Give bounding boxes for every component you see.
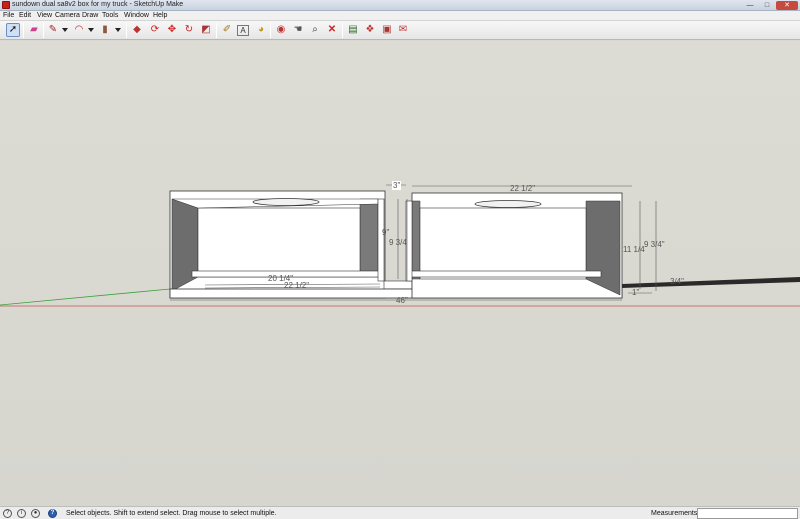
toolbar-separator	[23, 23, 24, 38]
rotate-tool-button[interactable]: ↻	[182, 23, 196, 37]
sketchup-window: sundown dual sa8v2 box for my truck - Sk…	[0, 0, 800, 519]
dim-small: 3/4"	[670, 277, 684, 286]
minimize-button[interactable]: —	[742, 1, 758, 10]
status-bar: ? i ● ? Select objects. Shift to extend …	[0, 506, 800, 519]
toolbar-separator	[216, 23, 217, 38]
menu-view[interactable]: View	[37, 11, 52, 21]
tape-measure-tool-button[interactable]: ✐	[220, 23, 234, 37]
components-tool-button[interactable]: ❖	[363, 23, 377, 37]
help-icon[interactable]: ?	[48, 509, 57, 518]
status-message: Select objects. Shift to extend select. …	[66, 510, 277, 517]
dim-port-width: 3"	[392, 181, 402, 190]
menu-help[interactable]: Help	[153, 11, 167, 21]
magnifier-icon: ⌕	[312, 24, 318, 35]
rotate-icon: ↻	[184, 24, 194, 35]
orbit-tool-button[interactable]: ◉	[274, 23, 288, 37]
title-bar: sundown dual sa8v2 box for my truck - Sk…	[0, 0, 800, 11]
dim-height-outer2: 9 3/4"	[644, 240, 665, 249]
eraser-icon: ▰	[30, 24, 38, 35]
user-icon[interactable]: ●	[31, 509, 40, 518]
arc-tool-dropdown[interactable]	[88, 28, 94, 32]
rectangle-tool-button[interactable]: ▮	[98, 23, 112, 37]
menu-edit[interactable]: Edit	[19, 11, 31, 21]
paint-bucket-icon: ◕	[257, 24, 265, 35]
hand-icon: ☚	[293, 24, 303, 35]
menu-bar: File Edit View Camera Draw Tools Window …	[0, 11, 800, 21]
left-sub-cutout	[252, 198, 320, 206]
menu-file[interactable]: File	[3, 11, 14, 21]
main-toolbar: ➚ ▰ ✎ ◠ ▮ ◆ ⟳ ✥ ↻ ◩ ✐ A ◕ ◉ ☚ ⌕ ✕ ▤ ❖ ▣ …	[0, 21, 800, 40]
warehouse-icon: ▤	[348, 24, 358, 35]
scale-tool-button[interactable]: ◩	[199, 23, 213, 37]
menu-camera[interactable]: Camera	[55, 11, 80, 21]
pan-tool-button[interactable]: ☚	[291, 23, 305, 37]
arc-icon: ◠	[74, 24, 84, 35]
dim-height-left: 9"	[382, 228, 390, 237]
green-axis	[0, 288, 171, 306]
toolbar-separator	[270, 23, 271, 38]
rectangle-icon: ▮	[102, 24, 108, 35]
dim-inner-width2: 22 1/2"	[284, 281, 310, 290]
maximize-button[interactable]: □	[759, 1, 775, 10]
followme-tool-button[interactable]: ⟳	[148, 23, 162, 37]
followme-icon: ⟳	[150, 24, 160, 35]
arc-tool-button[interactable]: ◠	[72, 23, 86, 37]
zoom-tool-button[interactable]: ⌕	[308, 23, 322, 37]
extension-tool-button[interactable]: ▣	[380, 23, 394, 37]
toolbar-separator	[43, 23, 44, 38]
measurements-input[interactable]	[697, 508, 798, 519]
line-tool-dropdown[interactable]	[62, 28, 68, 32]
right-enclosure	[405, 192, 623, 299]
menu-tools[interactable]: Tools	[102, 11, 118, 21]
pushpull-tool-button[interactable]: ◆	[130, 23, 144, 37]
dim-overall-width: 46"	[396, 296, 408, 305]
text-tool-button[interactable]: A	[237, 25, 249, 36]
measurements-label: Measurements	[651, 510, 698, 517]
extension-icon: ▣	[382, 24, 392, 35]
line-tool-button[interactable]: ✎	[46, 23, 60, 37]
eraser-tool-button[interactable]: ▰	[27, 23, 41, 37]
window-title: sundown dual sa8v2 box for my truck - Sk…	[12, 1, 184, 8]
pencil-icon: ✎	[48, 24, 58, 35]
dim-height-inner: 9 3/4	[389, 238, 407, 247]
move-tool-button[interactable]: ✥	[165, 23, 179, 37]
port-section	[383, 280, 413, 290]
tape-icon: ✐	[222, 24, 232, 35]
close-button[interactable]: ✕	[776, 1, 798, 10]
toolbar-separator	[342, 23, 343, 38]
zoom-extents-tool-button[interactable]: ✕	[325, 23, 339, 37]
menu-window[interactable]: Window	[124, 11, 149, 21]
paint-bucket-tool-button[interactable]: ◕	[254, 23, 268, 37]
arrow-icon: ➚	[8, 24, 18, 35]
move-icon: ✥	[167, 24, 177, 35]
dim-height-outer: 11 1/4	[623, 245, 645, 254]
drawing-canvas[interactable]: 22 1/2" 3" 9" 9 3/4 11 1/4 9 3/4" 20 1/4…	[0, 41, 800, 506]
right-sub-cutout	[474, 200, 542, 208]
pushpull-icon: ◆	[133, 24, 141, 35]
text-icon: A	[240, 25, 246, 35]
menu-draw[interactable]: Draw	[82, 11, 98, 21]
select-tool-button[interactable]: ➚	[6, 23, 20, 37]
credits-icon[interactable]: i	[17, 509, 26, 518]
rectangle-tool-dropdown[interactable]	[115, 28, 121, 32]
orbit-icon: ◉	[276, 24, 286, 35]
dim-tiny: 1"	[632, 288, 640, 297]
zoom-extents-icon: ✕	[327, 24, 337, 35]
scale-icon: ◩	[201, 24, 211, 35]
share-icon: ✉	[398, 24, 408, 35]
components-icon: ❖	[365, 24, 375, 35]
dim-top-width: 22 1/2"	[510, 184, 536, 193]
sketchup-app-icon	[2, 1, 10, 9]
toolbar-separator	[126, 23, 127, 38]
ground-edge	[622, 277, 800, 288]
model-viewport	[0, 184, 800, 307]
geo-location-icon[interactable]: ?	[3, 509, 12, 518]
share-tool-button[interactable]: ✉	[396, 23, 410, 37]
warehouse-tool-button[interactable]: ▤	[346, 23, 360, 37]
